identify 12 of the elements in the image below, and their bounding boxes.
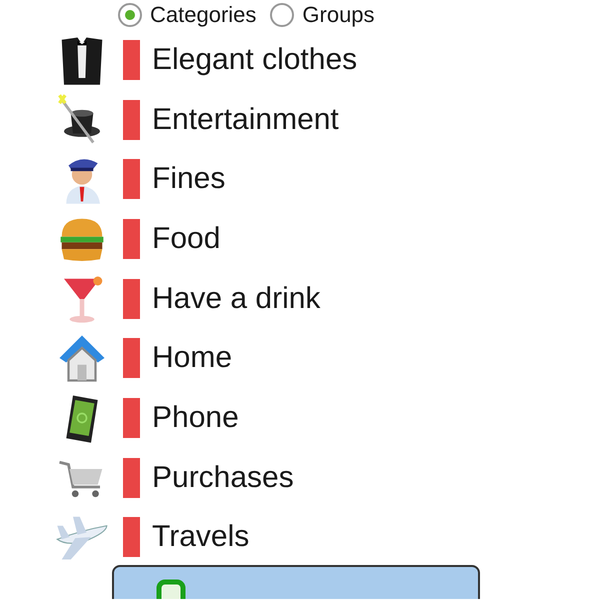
- category-name[interactable]: Entertainment: [152, 102, 339, 137]
- action-button[interactable]: [112, 565, 480, 600]
- radio-option[interactable]: Groups: [270, 2, 375, 28]
- category-name[interactable]: Home: [152, 341, 232, 376]
- category-name[interactable]: Elegant clothes: [152, 42, 358, 77]
- category-name[interactable]: Have a drink: [152, 282, 320, 316]
- category-name[interactable]: Travels: [152, 520, 250, 554]
- category-name[interactable]: Fines: [152, 162, 226, 196]
- radio-option[interactable]: Categories: [118, 2, 256, 28]
- category-name[interactable]: Phone: [152, 400, 239, 435]
- category-name[interactable]: Purchases: [152, 460, 294, 495]
- category-name[interactable]: Food: [152, 222, 220, 256]
